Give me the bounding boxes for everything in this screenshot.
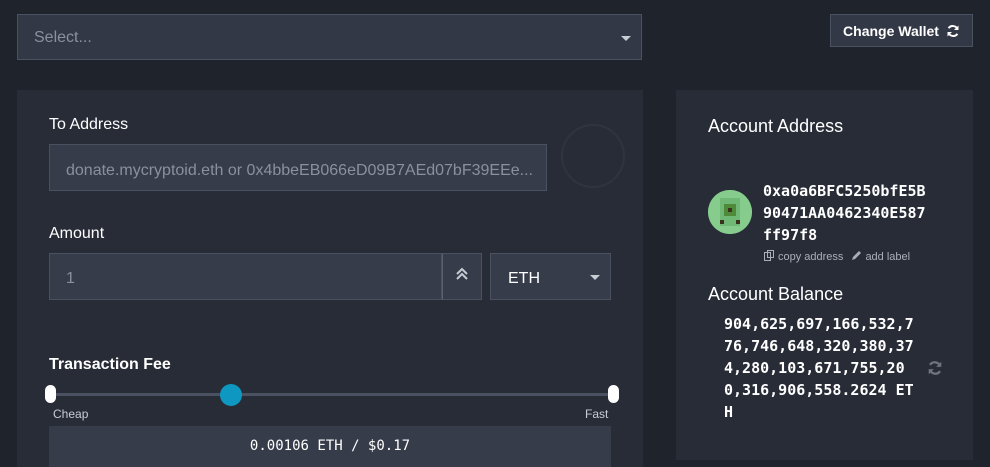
to-address-label: To Address: [49, 116, 129, 133]
account-balance: 904,625,697,166,532,776,746,648,320,380,…: [724, 315, 914, 421]
account-address: 0xa0a6BFC5250bfE5B90471AA0462340E587ff97…: [763, 182, 926, 244]
unit-select[interactable]: ETH: [490, 253, 611, 300]
fee-slider-handle[interactable]: [219, 384, 242, 406]
add-label-link[interactable]: add label: [851, 250, 910, 264]
fee-slider-min-dot: [45, 385, 56, 403]
refresh-icon[interactable]: [927, 360, 943, 381]
fee-slider-max-dot: [608, 385, 619, 403]
transaction-fee-label: Transaction Fee: [49, 356, 171, 373]
caret-down-icon: [590, 275, 600, 280]
caret-down-icon: [621, 36, 631, 41]
amount-input[interactable]: 1: [49, 253, 442, 300]
account-balance-title: Account Balance: [708, 284, 844, 304]
max-amount-button[interactable]: [442, 253, 482, 300]
recipient-identicon: [561, 124, 625, 188]
refresh-icon: [946, 24, 960, 38]
double-chevron-up-icon: [455, 267, 469, 286]
copy-icon: [764, 250, 775, 264]
copy-address-label: copy address: [778, 251, 844, 263]
to-address-placeholder: donate.mycryptoid.eth or 0x4bbeEB066eD09…: [66, 162, 533, 179]
to-address-input[interactable]: donate.mycryptoid.eth or 0x4bbeEB066eD09…: [49, 144, 547, 191]
pencil-icon: [851, 250, 862, 264]
fee-display: 0.00106 ETH / $0.17: [49, 426, 611, 467]
fee-fast-label: Fast: [585, 407, 609, 421]
add-label-label: add label: [865, 251, 911, 263]
account-address-title: Account Address: [708, 116, 844, 136]
unit-value: ETH: [508, 270, 540, 287]
amount-label: Amount: [49, 225, 105, 242]
fee-slider-track[interactable]: [51, 393, 613, 396]
account-identicon: [708, 190, 752, 234]
wallet-select-placeholder: Select...: [34, 29, 92, 46]
change-wallet-button[interactable]: Change Wallet: [830, 14, 973, 47]
change-wallet-label: Change Wallet: [843, 22, 939, 39]
copy-address-link[interactable]: copy address: [764, 250, 843, 264]
wallet-select[interactable]: Select...: [17, 14, 642, 60]
amount-value: 1: [66, 270, 75, 287]
fee-cheap-label: Cheap: [53, 407, 89, 421]
